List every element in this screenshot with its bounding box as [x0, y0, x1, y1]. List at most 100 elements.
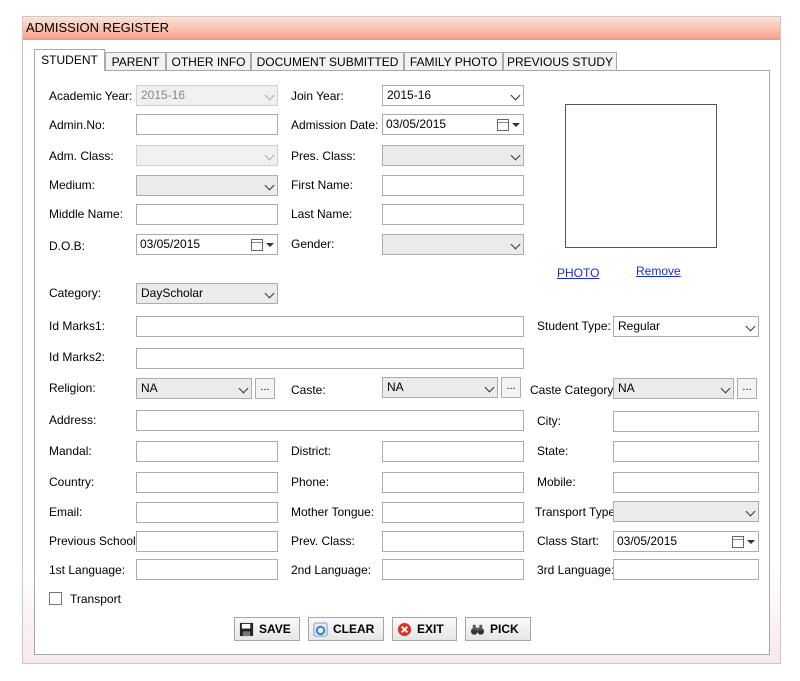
second-language-input[interactable] [382, 559, 524, 580]
third-language-input[interactable] [613, 559, 759, 580]
title-bar: ADMISSION REGISTER [23, 17, 780, 40]
state-label: State: [537, 444, 569, 458]
first-name-input[interactable] [382, 175, 524, 196]
id-marks1-label: Id Marks1: [49, 319, 106, 333]
window-title: ADMISSION REGISTER [26, 20, 170, 35]
chevron-down-icon [484, 382, 495, 393]
pres-class-select[interactable] [382, 145, 524, 166]
id-marks2-input[interactable] [136, 348, 524, 369]
first-language-input[interactable] [136, 559, 278, 580]
city-input[interactable] [613, 411, 759, 432]
mobile-input[interactable] [613, 472, 759, 493]
country-input[interactable] [136, 472, 278, 493]
caste-label: Caste: [291, 383, 326, 397]
chevron-down-icon [264, 288, 275, 299]
medium-select[interactable] [136, 175, 278, 196]
clear-button[interactable]: CLEAR [308, 617, 384, 641]
transport-checkbox[interactable] [49, 592, 62, 605]
country-label: Country: [49, 475, 95, 489]
chevron-down-icon [238, 383, 249, 394]
floppy-disk-icon [239, 622, 254, 637]
academic-year-select[interactable]: 2015-16 [136, 85, 278, 106]
tab-family-photo[interactable]: FAMILY PHOTO [404, 52, 503, 70]
student-panel: Academic Year: 2015-16 Join Year: 2015-1… [34, 70, 770, 655]
city-label: City: [537, 414, 561, 428]
tab-document-submitted[interactable]: DOCUMENT SUBMITTED [251, 52, 404, 70]
caste-category-more-button[interactable]: ... [737, 378, 757, 399]
chevron-down-icon [720, 383, 731, 394]
middle-name-label: Middle Name: [49, 207, 124, 221]
adm-class-select[interactable] [136, 145, 278, 166]
admin-no-label: Admin.No: [49, 118, 106, 132]
dob-date-picker[interactable]: 03/05/2015 [136, 234, 278, 255]
first-name-label: First Name: [291, 178, 354, 192]
save-button-label: SAVE [259, 622, 291, 636]
category-select[interactable]: DayScholar [136, 283, 278, 304]
chevron-down-icon [745, 321, 756, 332]
class-start-label: Class Start: [537, 534, 600, 548]
remove-photo-link[interactable]: Remove [636, 264, 681, 278]
religion-more-button[interactable]: ... [255, 378, 275, 399]
gender-label: Gender: [291, 237, 335, 251]
caste-select[interactable]: NA [382, 377, 498, 398]
caste-more-button[interactable]: ... [501, 377, 521, 398]
academic-year-label: Academic Year: [49, 89, 133, 103]
admission-register-window: ADMISSION REGISTER STUDENT PARENT OTHER … [22, 16, 781, 664]
class-start-date-picker[interactable]: 03/05/2015 [613, 531, 759, 552]
chevron-down-icon [264, 180, 275, 191]
exit-button[interactable]: EXIT [392, 617, 457, 641]
pres-class-label: Pres. Class: [291, 149, 356, 163]
previous-school-label: Previous School: [49, 534, 140, 548]
tab-student[interactable]: STUDENT [34, 49, 105, 71]
previous-school-input[interactable] [136, 531, 278, 552]
dropdown-arrow-icon[interactable] [266, 243, 274, 247]
address-input[interactable] [136, 410, 524, 431]
student-type-select[interactable]: Regular [613, 316, 759, 337]
prev-class-input[interactable] [382, 531, 524, 552]
mandal-input[interactable] [136, 441, 278, 462]
close-circle-icon [397, 622, 412, 637]
gender-select[interactable] [382, 234, 524, 255]
mobile-label: Mobile: [537, 475, 576, 489]
tab-parent[interactable]: PARENT [105, 52, 166, 70]
last-name-label: Last Name: [291, 207, 353, 221]
middle-name-input[interactable] [136, 204, 278, 225]
save-button[interactable]: SAVE [234, 617, 300, 641]
pick-button[interactable]: PICK [465, 617, 531, 641]
phone-input[interactable] [382, 472, 524, 493]
transport-checkbox-label: Transport [70, 592, 121, 606]
admission-date-picker[interactable]: 03/05/2015 [382, 114, 524, 135]
email-input[interactable] [136, 502, 278, 523]
mandal-label: Mandal: [49, 444, 92, 458]
calendar-icon[interactable] [251, 239, 263, 251]
dropdown-arrow-icon[interactable] [512, 123, 520, 127]
join-year-label: Join Year: [291, 89, 344, 103]
id-marks1-input[interactable] [136, 316, 524, 337]
state-input[interactable] [613, 441, 759, 462]
chevron-down-icon [264, 90, 275, 101]
transport-type-select[interactable] [613, 501, 759, 522]
photo-link[interactable]: PHOTO [557, 266, 599, 280]
dropdown-arrow-icon[interactable] [747, 540, 755, 544]
calendar-icon[interactable] [497, 119, 509, 131]
dob-label: D.O.B: [49, 239, 86, 253]
join-year-select[interactable]: 2015-16 [382, 85, 524, 106]
last-name-input[interactable] [382, 204, 524, 225]
chevron-down-icon [510, 150, 521, 161]
binoculars-icon [470, 624, 485, 635]
mother-tongue-input[interactable] [382, 502, 524, 523]
student-type-label: Student Type: [537, 319, 611, 333]
religion-select[interactable]: NA [136, 378, 252, 399]
eraser-icon [313, 622, 328, 637]
phone-label: Phone: [291, 475, 330, 489]
tab-other-info[interactable]: OTHER INFO [166, 52, 251, 70]
third-language-label: 3rd Language: [537, 563, 615, 577]
chevron-down-icon [745, 506, 756, 517]
transport-type-label: Transport Type [535, 505, 616, 519]
district-input[interactable] [382, 441, 524, 462]
calendar-icon[interactable] [732, 536, 744, 548]
chevron-down-icon [510, 90, 521, 101]
caste-category-select[interactable]: NA [613, 378, 734, 399]
admin-no-input[interactable] [136, 114, 278, 135]
tab-previous-study[interactable]: PREVIOUS STUDY [503, 52, 617, 70]
